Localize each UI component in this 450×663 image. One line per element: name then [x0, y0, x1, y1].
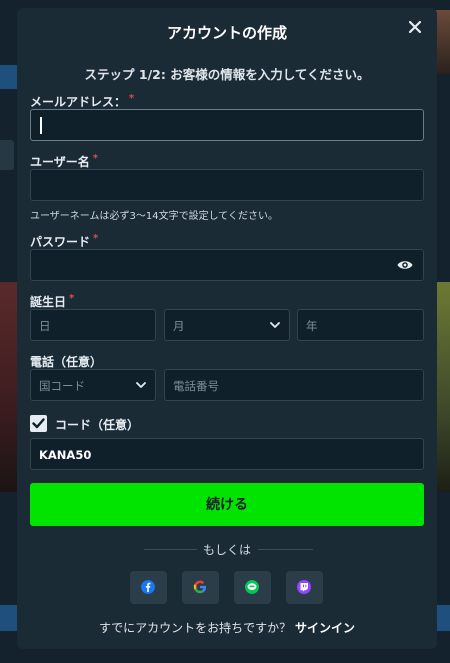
google-icon: [193, 580, 206, 594]
required-mark: *: [92, 153, 98, 164]
username-hint: ユーザーネームは必ず3〜14文字で設定してください。: [30, 211, 278, 222]
email-label-text: メールアドレス：: [30, 95, 127, 109]
background-banner: [0, 65, 18, 89]
background-card-image-left: [0, 282, 18, 492]
google-login-button[interactable]: [182, 571, 219, 604]
birth-day-field[interactable]: 日: [30, 309, 156, 341]
facebook-login-button[interactable]: [130, 571, 167, 604]
birth-month-select[interactable]: 月: [164, 309, 290, 341]
required-mark: *: [93, 233, 99, 244]
code-checkbox[interactable]: [30, 415, 47, 432]
code-checkbox-label[interactable]: コード（任意）: [55, 416, 139, 433]
birth-year-placeholder: 年: [306, 319, 318, 333]
continue-button[interactable]: 続ける: [30, 483, 424, 526]
birth-month-placeholder: 月: [173, 319, 185, 333]
password-label-text: パスワード: [30, 235, 91, 249]
divider-right: [258, 549, 313, 550]
country-code-placeholder: 国コード: [39, 379, 85, 393]
step-indicator: ステップ 1/2: お客様の情報を入力してください。: [84, 67, 370, 82]
birth-year-field[interactable]: 年: [297, 309, 424, 341]
line-icon: [245, 580, 259, 594]
username-label: ユーザー名 *: [30, 153, 98, 170]
eye-icon[interactable]: [397, 259, 413, 271]
signin-link[interactable]: サインイン: [295, 621, 355, 635]
chevron-down-icon: [136, 382, 146, 388]
birth-day-placeholder: 日: [39, 319, 51, 333]
required-mark: *: [129, 93, 135, 104]
facebook-icon: [141, 580, 155, 594]
signup-modal: アカウントの作成 ステップ 1/2: お客様の情報を入力してください。 メールア…: [17, 8, 437, 649]
twitch-icon: [297, 580, 311, 594]
text-cursor: [40, 117, 42, 134]
birthdate-label-text: 誕生日: [30, 295, 67, 309]
background-card-image-right: [436, 282, 450, 492]
signin-prompt: すでにアカウントをお持ちですか？: [99, 621, 292, 635]
password-label: パスワード *: [30, 233, 98, 250]
username-label-text: ユーザー名: [30, 155, 90, 169]
phone-number-placeholder: 電話番号: [173, 379, 219, 393]
password-field[interactable]: [30, 249, 424, 281]
background-button: [0, 140, 14, 170]
modal-title: アカウントの作成: [166, 24, 287, 42]
background-image-top-right: [436, 10, 450, 74]
email-field[interactable]: [30, 109, 424, 141]
birthdate-label: 誕生日 *: [30, 293, 74, 310]
username-field[interactable]: [30, 169, 424, 201]
or-separator: もしくは: [202, 543, 251, 557]
signin-row: すでにアカウントをお持ちですか？ サインイン: [17, 619, 437, 636]
phone-label: 電話（任意）: [30, 355, 103, 369]
promo-code-field[interactable]: KANA50: [30, 438, 424, 470]
chevron-down-icon: [270, 322, 280, 328]
promo-code-value: KANA50: [39, 448, 92, 462]
country-code-select[interactable]: 国コード: [30, 369, 156, 401]
required-mark: *: [69, 293, 75, 304]
phone-number-field[interactable]: 電話番号: [164, 369, 424, 401]
twitch-login-button[interactable]: [286, 571, 323, 604]
email-label: メールアドレス： *: [30, 93, 134, 110]
checkmark-icon: [32, 418, 45, 429]
line-login-button[interactable]: [234, 571, 271, 604]
